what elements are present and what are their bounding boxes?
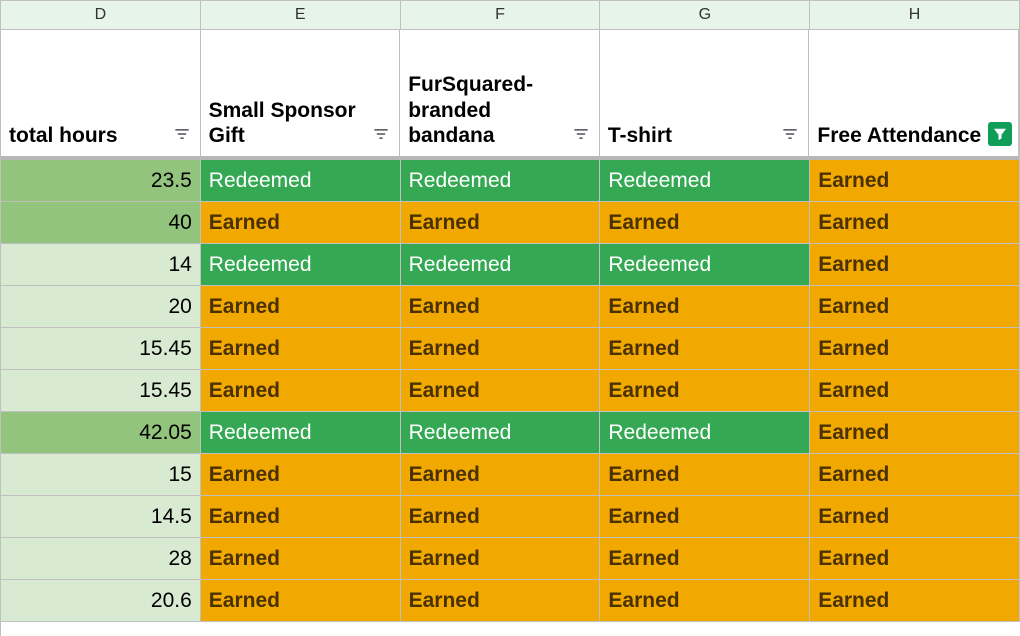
col-letter-H[interactable]: H bbox=[810, 0, 1020, 30]
cell-status[interactable]: Earned bbox=[401, 370, 601, 412]
cell-status[interactable]: Earned bbox=[600, 286, 810, 328]
cell-hours[interactable]: 15.45 bbox=[1, 328, 201, 370]
cell-status[interactable]: Earned bbox=[810, 328, 1020, 370]
cell-status[interactable]: Earned bbox=[401, 538, 601, 580]
filter-icon[interactable] bbox=[369, 122, 393, 146]
col-letter-G[interactable]: G bbox=[600, 0, 810, 30]
cell-status[interactable]: Earned bbox=[600, 538, 810, 580]
cell-status[interactable]: Earned bbox=[401, 454, 601, 496]
col-letter-F[interactable]: F bbox=[401, 0, 601, 30]
cell-status[interactable]: Redeemed bbox=[600, 160, 810, 202]
cell-status[interactable]: Earned bbox=[201, 496, 401, 538]
spreadsheet: D E F G H total hours Small Sponsor Gift… bbox=[0, 0, 1020, 636]
col-letter-D[interactable]: D bbox=[1, 0, 201, 30]
cell-hours[interactable]: 20.6 bbox=[1, 580, 201, 622]
cell-status[interactable]: Earned bbox=[810, 202, 1020, 244]
cell-status[interactable]: Earned bbox=[600, 580, 810, 622]
cell-status[interactable]: Redeemed bbox=[201, 412, 401, 454]
cell-status[interactable]: Earned bbox=[201, 202, 401, 244]
table-row: 23.5RedeemedRedeemedRedeemedEarned bbox=[1, 160, 1020, 202]
table-row: 20.6EarnedEarnedEarnedEarned bbox=[1, 580, 1020, 622]
column-letters-row: D E F G H bbox=[1, 0, 1020, 30]
table-row: 40EarnedEarnedEarnedEarned bbox=[1, 202, 1020, 244]
table-row: 42.05RedeemedRedeemedRedeemedEarned bbox=[1, 412, 1020, 454]
header-row: total hours Small Sponsor Gift FurSquare… bbox=[1, 30, 1020, 160]
cell-status[interactable]: Earned bbox=[810, 286, 1020, 328]
cell-status[interactable]: Earned bbox=[810, 454, 1020, 496]
cell-status[interactable]: Earned bbox=[810, 538, 1020, 580]
cell-hours[interactable]: 15 bbox=[1, 454, 201, 496]
cell-status[interactable]: Redeemed bbox=[600, 244, 810, 286]
cell-status[interactable]: Earned bbox=[401, 202, 601, 244]
filter-icon[interactable] bbox=[778, 122, 802, 146]
header-label: FurSquared-branded bandana bbox=[408, 72, 565, 148]
cell-status[interactable]: Redeemed bbox=[201, 160, 401, 202]
table-row: 15.45EarnedEarnedEarnedEarned bbox=[1, 328, 1020, 370]
cell-status[interactable]: Earned bbox=[401, 580, 601, 622]
cell-status[interactable]: Earned bbox=[401, 286, 601, 328]
cell-status[interactable]: Earned bbox=[810, 412, 1020, 454]
cell-status[interactable]: Earned bbox=[810, 580, 1020, 622]
table-row: 15.45EarnedEarnedEarnedEarned bbox=[1, 370, 1020, 412]
header-bandana[interactable]: FurSquared-branded bandana bbox=[400, 30, 600, 160]
cell-status[interactable]: Redeemed bbox=[401, 160, 601, 202]
cell-status[interactable]: Redeemed bbox=[201, 244, 401, 286]
table-row: 28EarnedEarnedEarnedEarned bbox=[1, 538, 1020, 580]
cell-status[interactable]: Earned bbox=[810, 160, 1020, 202]
cell-hours[interactable]: 20 bbox=[1, 286, 201, 328]
header-attendance[interactable]: Free Attendance bbox=[809, 30, 1019, 160]
cell-status[interactable]: Earned bbox=[600, 454, 810, 496]
header-total-hours[interactable]: total hours bbox=[1, 30, 201, 160]
cell-status[interactable]: Earned bbox=[201, 286, 401, 328]
table-row: 14RedeemedRedeemedRedeemedEarned bbox=[1, 244, 1020, 286]
cell-status[interactable]: Earned bbox=[810, 370, 1020, 412]
header-label: Free Attendance bbox=[817, 123, 984, 148]
cell-status[interactable]: Earned bbox=[201, 580, 401, 622]
cell-status[interactable]: Earned bbox=[201, 370, 401, 412]
cell-hours[interactable]: 15.45 bbox=[1, 370, 201, 412]
header-sponsor-gift[interactable]: Small Sponsor Gift bbox=[201, 30, 401, 160]
cell-status[interactable]: Earned bbox=[201, 454, 401, 496]
cell-status[interactable]: Earned bbox=[201, 328, 401, 370]
filter-icon[interactable] bbox=[569, 122, 593, 146]
cell-status[interactable]: Earned bbox=[401, 328, 601, 370]
table-row: 15EarnedEarnedEarnedEarned bbox=[1, 454, 1020, 496]
header-label: total hours bbox=[9, 123, 166, 148]
cell-hours[interactable]: 14 bbox=[1, 244, 201, 286]
cell-hours[interactable]: 28 bbox=[1, 538, 201, 580]
table-row: 14.5EarnedEarnedEarnedEarned bbox=[1, 496, 1020, 538]
cell-status[interactable]: Redeemed bbox=[401, 244, 601, 286]
data-rows: 23.5RedeemedRedeemedRedeemedEarned40Earn… bbox=[1, 160, 1020, 622]
cell-status[interactable]: Earned bbox=[600, 202, 810, 244]
table-row: 20EarnedEarnedEarnedEarned bbox=[1, 286, 1020, 328]
cell-status[interactable]: Earned bbox=[810, 244, 1020, 286]
cell-hours[interactable]: 40 bbox=[1, 202, 201, 244]
cell-status[interactable]: Earned bbox=[600, 370, 810, 412]
filter-active-icon[interactable] bbox=[988, 122, 1012, 146]
header-tshirt[interactable]: T-shirt bbox=[600, 30, 810, 160]
cell-status[interactable]: Earned bbox=[401, 496, 601, 538]
header-label: T-shirt bbox=[608, 123, 775, 148]
cell-status[interactable]: Earned bbox=[810, 496, 1020, 538]
header-label: Small Sponsor Gift bbox=[209, 98, 366, 148]
cell-status[interactable]: Redeemed bbox=[401, 412, 601, 454]
cell-hours[interactable]: 23.5 bbox=[1, 160, 201, 202]
filter-icon[interactable] bbox=[170, 122, 194, 146]
cell-hours[interactable]: 14.5 bbox=[1, 496, 201, 538]
cell-hours[interactable]: 42.05 bbox=[1, 412, 201, 454]
cell-status[interactable]: Earned bbox=[600, 496, 810, 538]
cell-status[interactable]: Earned bbox=[600, 328, 810, 370]
cell-status[interactable]: Earned bbox=[201, 538, 401, 580]
col-letter-E[interactable]: E bbox=[201, 0, 401, 30]
cell-status[interactable]: Redeemed bbox=[600, 412, 810, 454]
